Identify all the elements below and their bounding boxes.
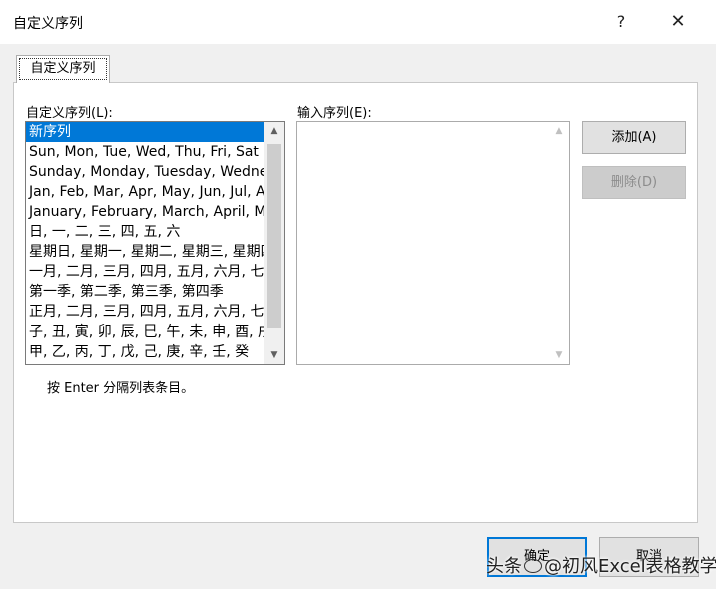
scrollbar-thumb[interactable]: [267, 144, 281, 328]
list-item[interactable]: 甲, 乙, 丙, 丁, 戊, 己, 庚, 辛, 壬, 癸: [26, 342, 264, 362]
delete-button[interactable]: 删除(D): [582, 166, 686, 199]
custom-lists-label: 自定义序列(L):: [26, 106, 113, 121]
list-item[interactable]: 子, 丑, 寅, 卯, 辰, 巳, 午, 未, 申, 酉, 戌: [26, 322, 264, 342]
watermark-prefix: 头条: [486, 556, 522, 577]
scroll-up-arrow-icon[interactable]: ▲: [264, 122, 284, 140]
dialog-title: 自定义序列: [13, 16, 83, 32]
list-item[interactable]: January, February, March, April, May: [26, 202, 264, 222]
list-item[interactable]: Jan, Feb, Mar, Apr, May, Jun, Jul, Aug: [26, 182, 264, 202]
list-item[interactable]: 星期日, 星期一, 星期二, 星期三, 星期四: [26, 242, 264, 262]
list-entries-label: 输入序列(E):: [297, 106, 372, 121]
list-item[interactable]: Sunday, Monday, Tuesday, Wednesday: [26, 162, 264, 182]
listbox-scrollbar[interactable]: ▲ ▼: [264, 122, 284, 364]
help-button[interactable]: ?: [605, 8, 637, 36]
list-item[interactable]: 新序列: [26, 122, 264, 142]
list-items-container: 新序列 Sun, Mon, Tue, Wed, Thu, Fri, Sat Sund…: [26, 122, 264, 362]
list-item[interactable]: Sun, Mon, Tue, Wed, Thu, Fri, Sat: [26, 142, 264, 162]
tab-custom-lists[interactable]: 自定义序列: [16, 55, 110, 83]
watermark-suffix: @初风Excel表格教学: [544, 556, 716, 577]
watermark: 头条 @初风Excel表格教学: [486, 552, 716, 578]
list-item[interactable]: 第一季, 第二季, 第三季, 第四季: [26, 282, 264, 302]
hint-text: 按 Enter 分隔列表条目。: [47, 381, 195, 396]
list-item[interactable]: 一月, 二月, 三月, 四月, 五月, 六月, 七月: [26, 262, 264, 282]
scroll-down-arrow-icon[interactable]: ▼: [264, 346, 284, 364]
scroll-down-arrow-icon[interactable]: ▼: [549, 346, 569, 364]
list-entries-textarea[interactable]: ▲ ▼: [296, 121, 570, 365]
add-button[interactable]: 添加(A): [582, 121, 686, 154]
textarea-scrollbar[interactable]: ▲ ▼: [549, 122, 569, 364]
title-bar[interactable]: 自定义序列 ? ✕: [0, 0, 716, 44]
list-item[interactable]: 日, 一, 二, 三, 四, 五, 六: [26, 222, 264, 242]
scroll-up-arrow-icon[interactable]: ▲: [549, 122, 569, 140]
list-item[interactable]: 正月, 二月, 三月, 四月, 五月, 六月, 七月: [26, 302, 264, 322]
wechat-icon: [524, 559, 542, 573]
tab-label: 自定义序列: [19, 58, 107, 80]
close-button[interactable]: ✕: [662, 8, 694, 36]
custom-lists-listbox[interactable]: 新序列 Sun, Mon, Tue, Wed, Thu, Fri, Sat Sund…: [25, 121, 285, 365]
